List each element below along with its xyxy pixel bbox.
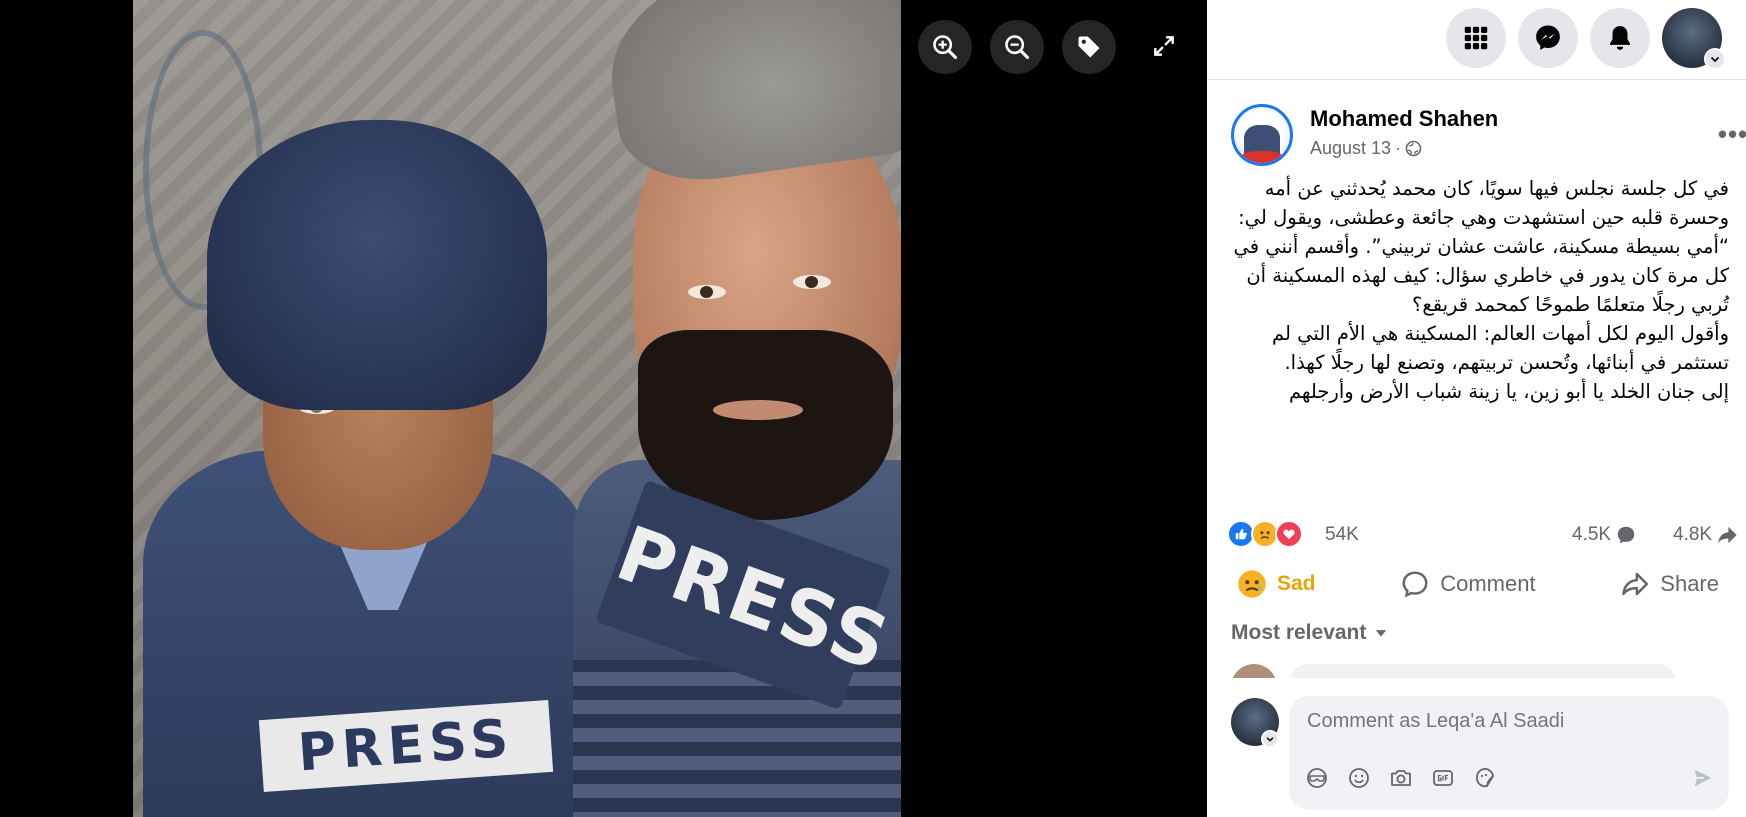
share-count: 4.8K — [1673, 524, 1713, 545]
tag-photo-button[interactable] — [1062, 20, 1116, 74]
profile-avatar[interactable] — [1662, 8, 1726, 70]
comment-tools — [1303, 764, 1499, 792]
comment-preview — [1231, 664, 1731, 678]
commenter-avatar[interactable] — [1231, 664, 1277, 678]
comment-sort-label: Most relevant — [1231, 621, 1367, 644]
camera-icon — [1391, 770, 1411, 786]
zoom-in-button[interactable] — [918, 20, 972, 74]
photo-person-right-vest-stripes — [573, 660, 901, 817]
avatar-sticker-icon — [1307, 768, 1327, 788]
chevron-down-icon — [1704, 48, 1726, 70]
reaction-count[interactable]: 54K — [1325, 524, 1359, 546]
post-date[interactable]: August 13 — [1310, 138, 1391, 159]
camera-button[interactable] — [1387, 764, 1415, 792]
comment-count-link[interactable]: 4.5K — [1572, 524, 1637, 546]
share-button[interactable]: Share — [1606, 560, 1733, 608]
comment-box — [1289, 696, 1729, 810]
photo-viewer: PRESS PRESS — [0, 0, 1207, 817]
share-arrow-icon — [1718, 526, 1737, 544]
share-label: Share — [1660, 571, 1719, 596]
gif-button[interactable] — [1429, 764, 1457, 792]
post-paragraph: إلى جنان الخلد يا أبو زين، يا زينة شباب … — [1288, 380, 1729, 403]
fullscreen-button[interactable] — [1142, 24, 1186, 68]
post-header: Mohamed Shahen August 13 · ••• — [1231, 104, 1746, 168]
sticker-icon — [1476, 768, 1494, 788]
comment-button[interactable]: Comment — [1386, 560, 1549, 608]
comment-count: 4.5K — [1572, 524, 1612, 545]
post-actions: Sad Comment Share — [1223, 560, 1733, 608]
photo-person-left-helmet — [207, 120, 547, 410]
sad-face-icon — [1238, 570, 1266, 598]
gif-icon — [1433, 770, 1453, 786]
comment-bubble-icon — [1617, 526, 1635, 544]
author-avatar[interactable] — [1231, 104, 1293, 166]
emoji-button[interactable] — [1345, 764, 1373, 792]
author-name[interactable]: Mohamed Shahen — [1310, 106, 1498, 132]
comment-input[interactable] — [1307, 710, 1707, 733]
more-options-button[interactable]: ••• — [1711, 112, 1746, 156]
photo-eye — [793, 275, 831, 289]
comment-label: Comment — [1440, 571, 1536, 596]
send-comment-button[interactable] — [1687, 762, 1719, 794]
notifications-button[interactable] — [1590, 8, 1650, 68]
comment-bubble[interactable] — [1289, 664, 1677, 678]
post-text: في كل جلسة نجلس فيها سويًا، كان محمد يُح… — [1229, 174, 1729, 406]
notifications-bell-icon — [1610, 26, 1630, 50]
love-reaction-icon — [1275, 520, 1303, 548]
post-photo[interactable]: PRESS PRESS — [133, 0, 901, 817]
menu-grid-icon — [1464, 26, 1488, 50]
zoom-in-icon — [933, 35, 958, 60]
photo-eye — [688, 285, 726, 299]
post-paragraph: في كل جلسة نجلس فيها سويًا، كان محمد يُح… — [1233, 177, 1729, 316]
send-icon — [1694, 769, 1712, 787]
chevron-down-icon[interactable] — [1261, 730, 1279, 748]
avatar-sticker-button[interactable] — [1303, 764, 1331, 792]
share-count-link[interactable]: 4.8K — [1673, 524, 1738, 546]
caret-down-icon — [1376, 630, 1387, 637]
fullscreen-icon — [1154, 36, 1174, 56]
comment-icon — [1402, 571, 1428, 598]
share-icon — [1622, 572, 1649, 596]
sad-reaction-button[interactable]: Sad — [1223, 560, 1330, 608]
comment-composer — [1231, 692, 1731, 812]
emoji-icon — [1349, 768, 1369, 788]
zoom-out-button[interactable] — [990, 20, 1044, 74]
meta-separator: · — [1395, 138, 1402, 158]
photo-person-right-mouth — [713, 400, 803, 420]
reactions-bar: 54K 4.5K 4.8K — [1227, 518, 1737, 550]
post-panel: Mohamed Shahen August 13 · ••• في كل جلس… — [1207, 0, 1746, 817]
sad-label: Sad — [1277, 572, 1316, 595]
reaction-icons[interactable] — [1227, 520, 1303, 548]
post-meta: August 13 · — [1310, 138, 1422, 159]
tag-icon — [1078, 36, 1100, 58]
globe-icon — [1405, 140, 1422, 157]
post-paragraph: وأقول اليوم لكل أمهات العالم: المسكينة ه… — [1272, 322, 1729, 374]
comment-sort-dropdown[interactable]: Most relevant — [1231, 621, 1388, 645]
top-bar — [1207, 0, 1746, 80]
menu-button[interactable] — [1446, 8, 1506, 68]
sticker-button[interactable] — [1471, 764, 1499, 792]
zoom-out-icon — [1005, 35, 1030, 60]
messenger-button[interactable] — [1518, 8, 1578, 68]
messenger-icon — [1536, 25, 1560, 50]
